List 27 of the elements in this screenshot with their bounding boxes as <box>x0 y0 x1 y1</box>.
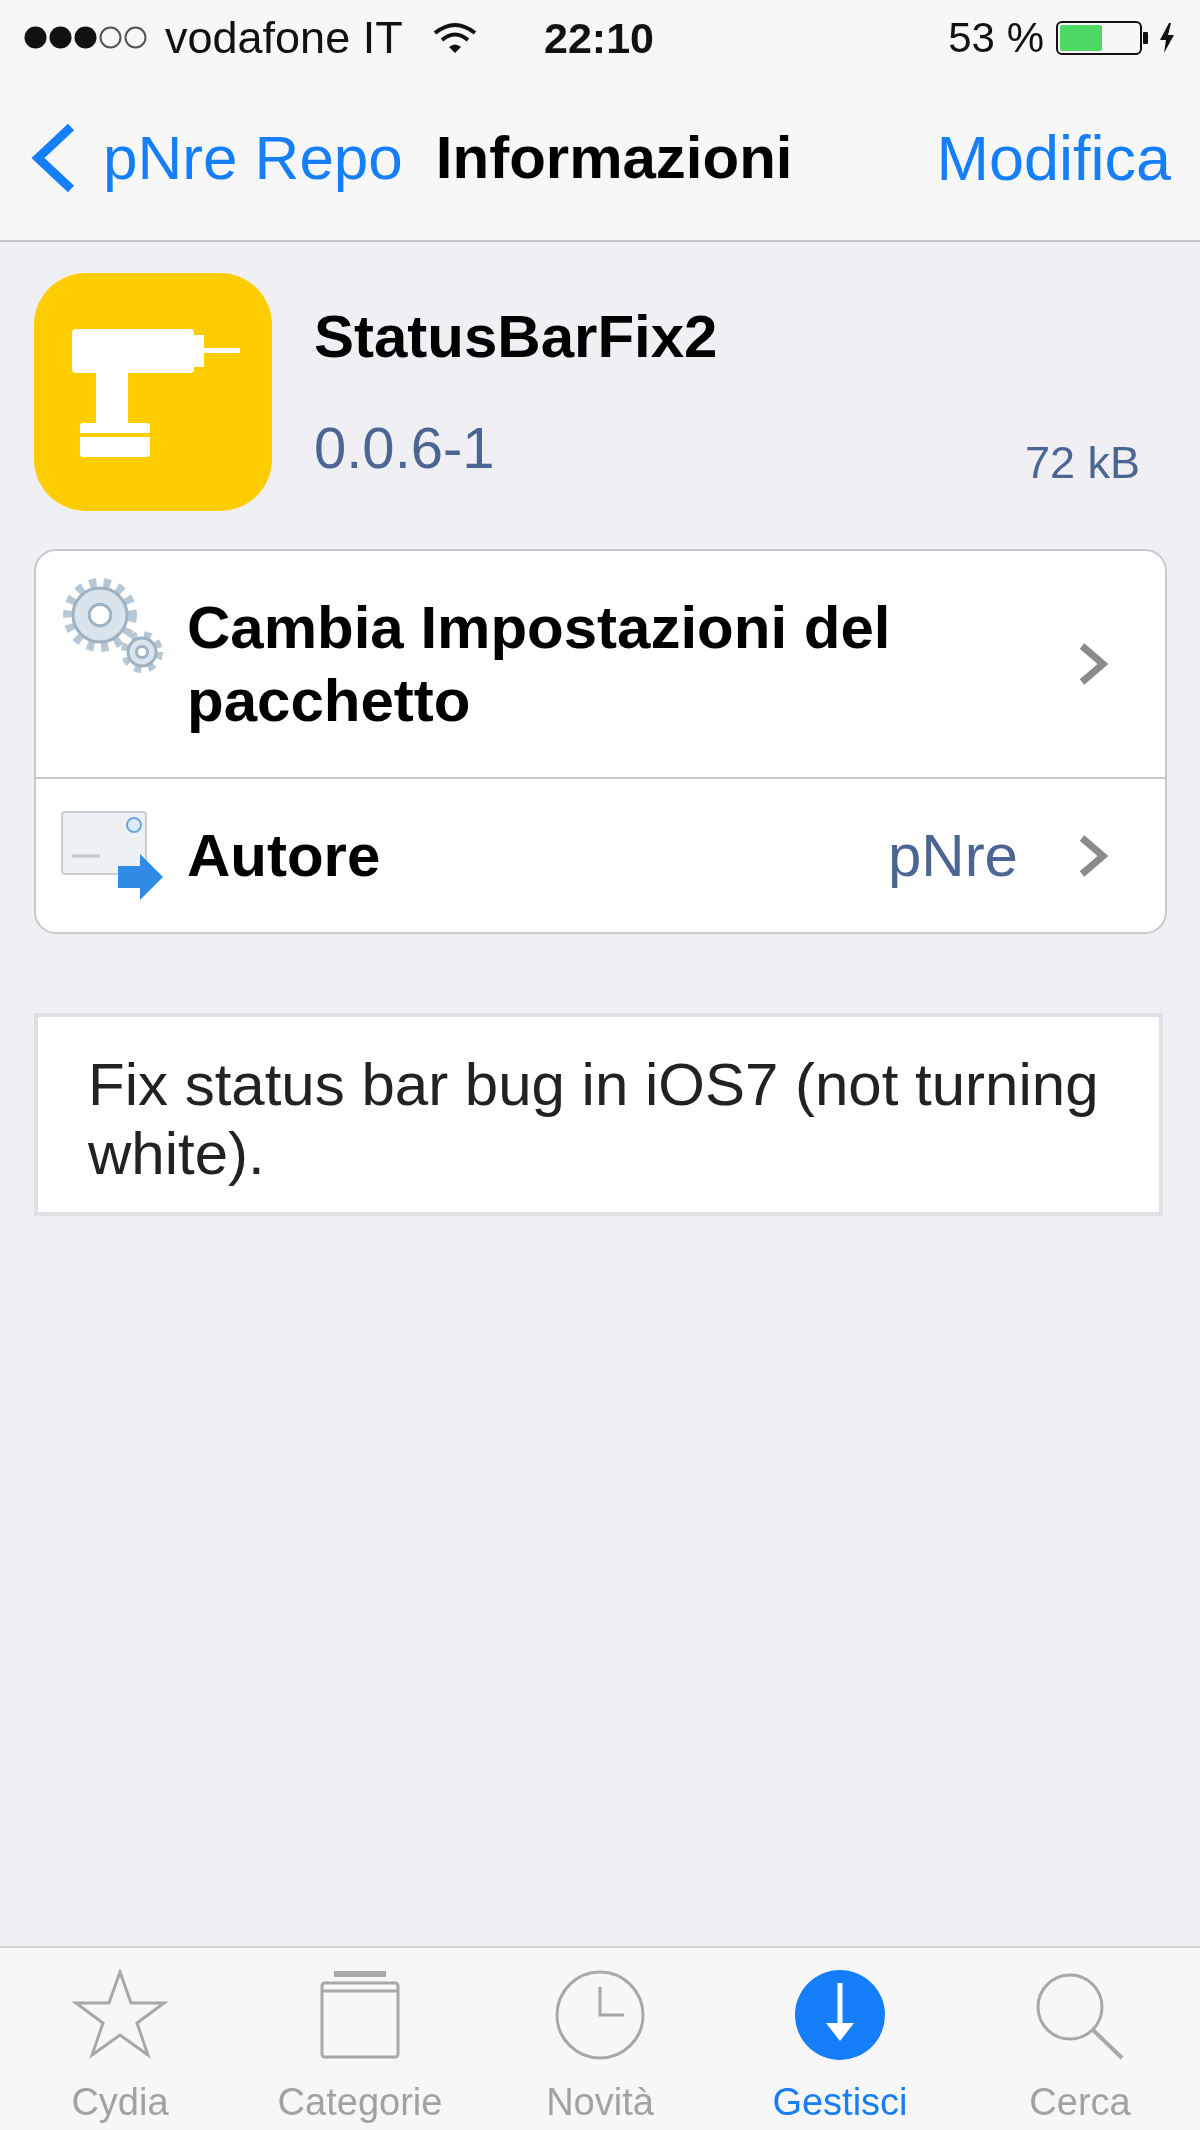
signal-strength-icon <box>23 25 149 50</box>
tab[interactable]: Gestisci <box>720 1948 960 2130</box>
clock-time: 22:10 <box>544 12 654 64</box>
star-icon <box>70 1969 170 2061</box>
carrier-name: vodafone IT <box>165 11 403 64</box>
row-value: pNre <box>887 821 1018 891</box>
edit-button[interactable]: Modifica <box>936 121 1171 194</box>
chevron-left-icon <box>31 121 77 194</box>
letter-arrow-icon <box>60 809 165 902</box>
tab[interactable]: Categorie <box>240 1948 480 2130</box>
gears-icon <box>60 575 165 675</box>
wifi-icon <box>431 21 478 54</box>
package-size: 72 kB <box>1024 436 1140 490</box>
tab[interactable]: Cydia <box>0 1948 240 2130</box>
page-title: Informazioni <box>435 122 793 193</box>
package-name: StatusBarFix2 <box>314 302 719 372</box>
tab[interactable]: Novità <box>480 1948 720 2130</box>
package-version: 0.0.6-1 <box>314 414 495 482</box>
row-label[interactable]: Cambia Impostazioni del pacchetto <box>187 551 1075 777</box>
lightning-bolt-icon <box>1159 22 1175 53</box>
row-label[interactable]: Autore <box>187 779 888 932</box>
drill-icon <box>34 273 272 511</box>
tab[interactable]: Cerca <box>960 1948 1200 2130</box>
description-text: Fix status bar bug in iOS7 (not turning white). <box>88 1050 1100 1188</box>
battery-percentage: 53 % <box>948 12 1044 63</box>
battery-icon <box>1056 20 1148 55</box>
back-button[interactable]: pNre Repo <box>31 121 403 194</box>
